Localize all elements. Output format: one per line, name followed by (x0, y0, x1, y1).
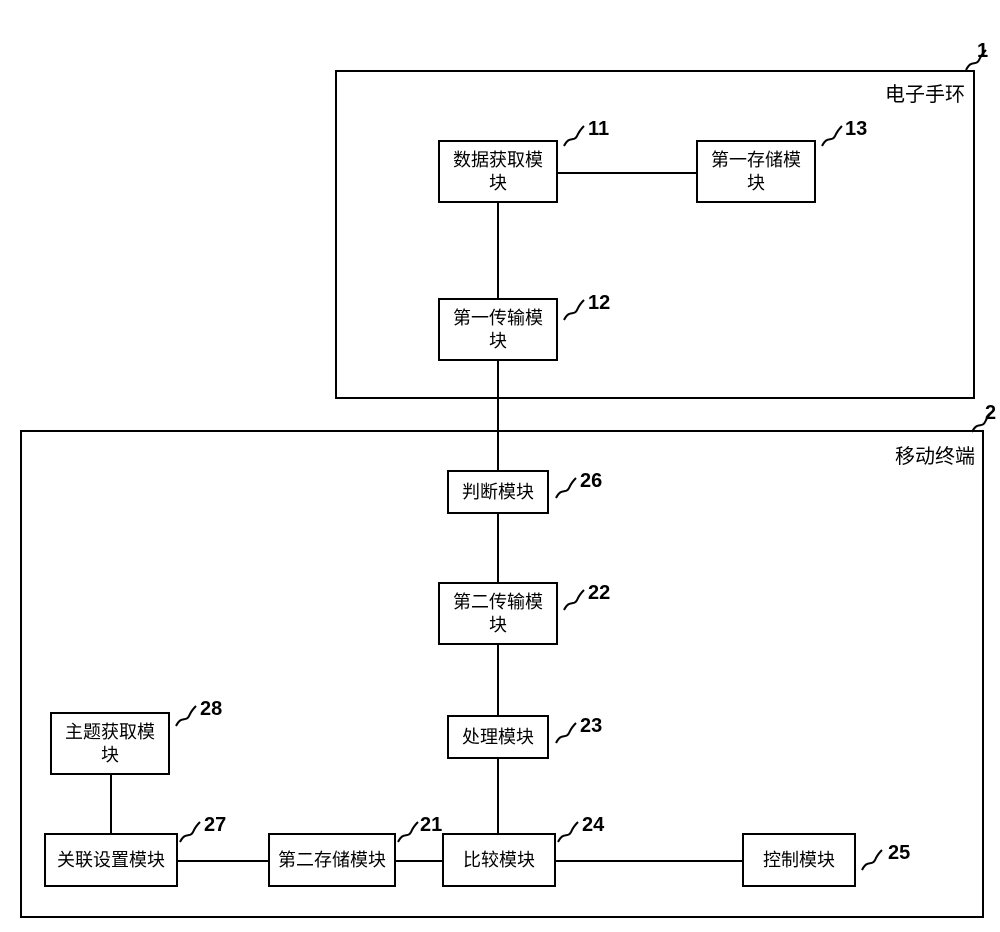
leader-icon (394, 820, 422, 844)
leader-icon (962, 48, 990, 72)
box-control: 控制模块 (742, 833, 856, 887)
box-processing: 处理模块 (447, 715, 549, 759)
box-label: 第一传输模块 (446, 307, 550, 352)
box-data-acquisition: 数据获取模块 (438, 140, 558, 203)
leader-icon (172, 704, 200, 728)
box-ref: 12 (588, 292, 610, 315)
box-theme-acquisition: 主题获取模块 (50, 712, 170, 775)
box-label: 主题获取模块 (58, 721, 162, 766)
connector-line (497, 203, 499, 298)
diagram-canvas: 电子手环 1 移动终端 2 数据获取模块 11 第一存储模块 13 第一传输模块… (0, 0, 1000, 932)
box-label: 比较模块 (463, 849, 535, 872)
connector-line (556, 860, 742, 862)
box-ref: 26 (580, 470, 602, 493)
box-ref: 28 (200, 698, 222, 721)
container-top-label: 电子手环 (885, 78, 965, 107)
box-ref: 23 (580, 715, 602, 738)
container-top (335, 70, 975, 399)
connector-line (497, 361, 499, 470)
leader-icon (552, 721, 580, 745)
box-ref: 13 (845, 118, 867, 141)
box-ref: 11 (588, 118, 609, 141)
box-label: 判断模块 (462, 481, 534, 504)
leader-icon (560, 298, 588, 322)
box-comparison: 比较模块 (442, 833, 556, 887)
leader-icon (552, 476, 580, 500)
box-ref: 27 (204, 814, 226, 837)
connector-line (558, 172, 696, 174)
box-second-transmission: 第二传输模块 (438, 582, 558, 645)
box-label: 数据获取模块 (446, 149, 550, 194)
connector-line (497, 759, 499, 833)
leader-icon (554, 820, 582, 844)
box-ref: 21 (420, 814, 442, 837)
box-label: 处理模块 (462, 726, 534, 749)
box-ref: 25 (888, 842, 910, 865)
connector-line (178, 860, 268, 862)
box-label: 第二传输模块 (446, 591, 550, 636)
leader-icon (818, 124, 846, 148)
box-first-transmission: 第一传输模块 (438, 298, 558, 361)
connector-line (396, 860, 442, 862)
box-label: 第一存储模块 (704, 149, 808, 194)
connector-line (497, 514, 499, 582)
box-ref: 22 (588, 582, 610, 605)
box-label: 第二存储模块 (278, 849, 386, 872)
box-judgment: 判断模块 (447, 470, 549, 514)
box-label: 控制模块 (763, 849, 835, 872)
connector-line (110, 775, 112, 833)
container-bottom-label: 移动终端 (895, 440, 975, 469)
box-label: 关联设置模块 (57, 849, 165, 872)
box-ref: 24 (582, 814, 604, 837)
leader-icon (968, 410, 996, 434)
box-association-setting: 关联设置模块 (44, 833, 178, 887)
leader-icon (858, 848, 886, 872)
box-first-storage: 第一存储模块 (696, 140, 816, 203)
connector-line (497, 645, 499, 715)
leader-icon (176, 820, 204, 844)
leader-icon (560, 588, 588, 612)
leader-icon (560, 124, 588, 148)
box-second-storage: 第二存储模块 (268, 833, 396, 887)
